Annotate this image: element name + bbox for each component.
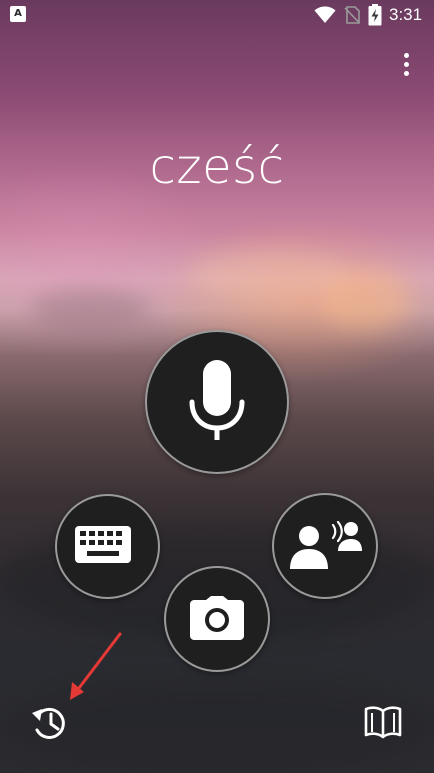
annotation-arrow: [70, 632, 122, 700]
book-icon: [364, 706, 402, 739]
history-icon: [32, 707, 65, 739]
microphone-button[interactable]: [145, 330, 289, 474]
microphone-icon: [189, 360, 245, 440]
translator-home-screen: A 3:31 cześć: [0, 0, 434, 773]
app-notification-letter: A: [14, 8, 22, 19]
keyboard-icon: [75, 526, 131, 563]
overflow-menu-button[interactable]: [394, 50, 420, 80]
camera-button[interactable]: [164, 566, 270, 672]
wifi-icon: [314, 6, 336, 23]
status-bar: A 3:31: [0, 0, 434, 30]
greeting-text: cześć: [149, 139, 285, 195]
background-blur: [190, 250, 350, 300]
status-time: 3:31: [389, 5, 423, 24]
keyboard-button[interactable]: [55, 494, 160, 599]
background-blur: [30, 290, 150, 330]
history-button[interactable]: [30, 704, 70, 742]
no-sim-icon: [344, 6, 360, 24]
menu-dot: [404, 62, 409, 67]
app-notification-icon: A: [10, 6, 26, 22]
conversation-icon: [290, 520, 362, 569]
conversation-button[interactable]: [272, 493, 378, 599]
menu-dot: [404, 53, 409, 58]
phrasebook-button[interactable]: [364, 705, 402, 739]
camera-icon: [190, 596, 244, 640]
battery-charging-icon: [368, 4, 382, 26]
menu-dot: [404, 71, 409, 76]
